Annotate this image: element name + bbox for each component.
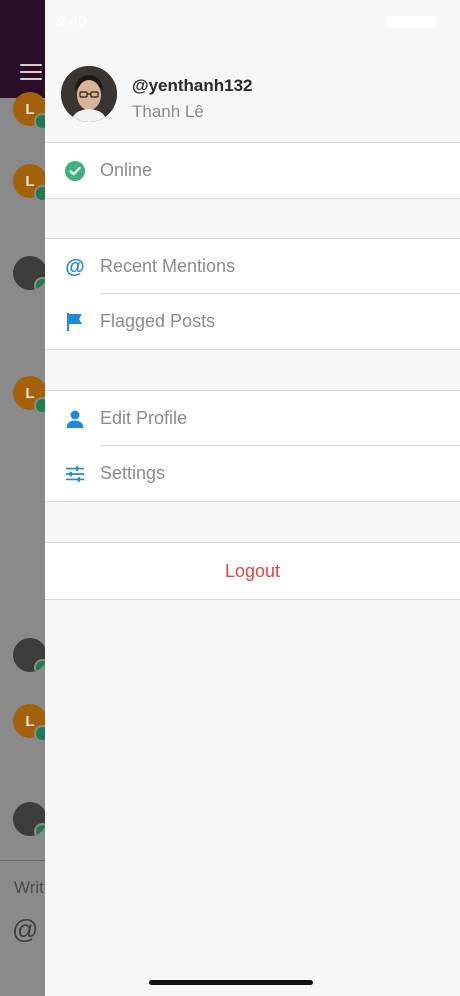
status-label: Online (100, 160, 153, 180)
background-avatar: L (13, 376, 51, 414)
hamburger-menu-icon[interactable] (20, 64, 42, 80)
background-avatar-photo (13, 638, 47, 672)
background-avatar: L (13, 164, 51, 202)
status-online-row[interactable]: Online (45, 143, 460, 198)
logout-section: Logout (45, 542, 460, 600)
sliders-icon (65, 464, 85, 484)
profile-full-name: Thanh Lê (132, 102, 204, 121)
flag-icon (65, 312, 85, 332)
edit-profile-label: Edit Profile (100, 408, 188, 428)
settings-label: Settings (100, 463, 166, 483)
logout-button[interactable]: Logout (45, 543, 460, 599)
settings-drawer: 9:40 @yenthanh132 Thanh Lê Online @ Rece… (45, 0, 460, 996)
background-avatar-photo (13, 256, 47, 290)
settings-item[interactable]: Settings (45, 446, 460, 501)
status-section: Online (45, 142, 460, 199)
profile-avatar[interactable] (61, 66, 117, 122)
edit-profile-item[interactable]: Edit Profile (45, 391, 460, 446)
person-icon (65, 409, 85, 429)
recent-mentions-item[interactable]: @ Recent Mentions (45, 239, 460, 294)
mentions-flagged-section: @ Recent Mentions Flagged Posts (45, 238, 460, 350)
home-indicator[interactable] (149, 980, 313, 985)
composer-at-icon[interactable]: @ (12, 914, 38, 945)
flagged-posts-label: Flagged Posts (100, 311, 216, 331)
background-avatar-photo (13, 802, 47, 836)
background-avatar: L (13, 704, 51, 742)
status-bar: 9:40 (45, 0, 460, 44)
recent-mentions-label: Recent Mentions (100, 256, 236, 276)
flagged-posts-item[interactable]: Flagged Posts (45, 294, 460, 349)
at-icon: @ (65, 255, 85, 278)
background-avatar: L (13, 92, 51, 130)
profile-settings-section: Edit Profile Settings (45, 390, 460, 502)
status-time: 9:40 (57, 13, 87, 30)
online-status-icon (65, 160, 85, 181)
message-composer-placeholder[interactable]: Writ (14, 878, 44, 898)
profile-header[interactable]: @yenthanh132 Thanh Lê (45, 44, 460, 142)
profile-username: @yenthanh132 (132, 76, 253, 95)
background-divider (0, 860, 46, 861)
status-icons (386, 16, 436, 28)
logout-label: Logout (224, 560, 281, 581)
